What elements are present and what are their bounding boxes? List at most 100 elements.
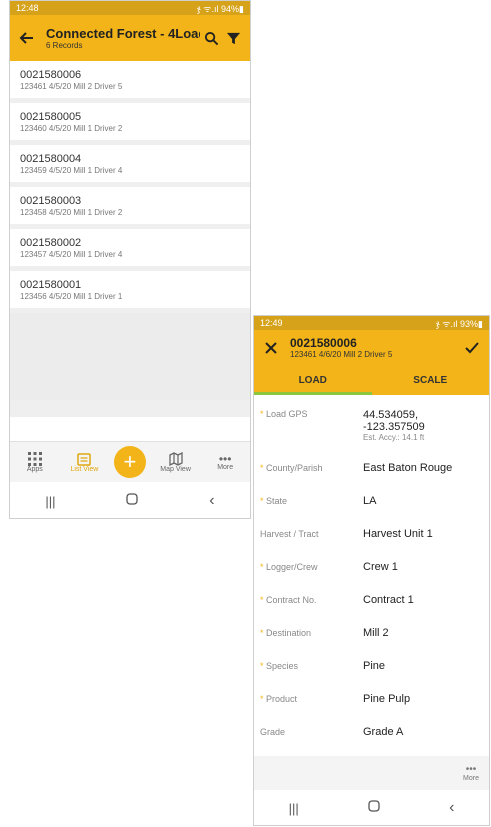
more-label: More [463, 774, 479, 782]
search-icon[interactable] [200, 27, 222, 49]
calendar-list-icon [77, 452, 92, 466]
record-id: 0021580006 [20, 69, 82, 81]
gps-accuracy: Est. Accy.: 14.1 ft [363, 433, 425, 442]
more-button[interactable]: ••• More [463, 763, 479, 782]
nav-apps[interactable]: Apps [15, 451, 55, 473]
field-label: * Destination [260, 627, 312, 638]
status-icons: ჯ ᯤ.ıl 93%▮ [435, 318, 483, 329]
status-time: 12:48 [16, 3, 39, 13]
record-id: 0021580004 [20, 153, 82, 165]
field-label: * Contract No. [260, 594, 317, 605]
back-icon[interactable]: ‹ [209, 492, 214, 510]
field-value: Pine [363, 659, 386, 672]
status-bar: 12:49 ჯ ᯤ.ıl 93%▮ [254, 316, 489, 330]
field-row[interactable]: * Destination Mill 2 [254, 616, 489, 649]
record-desc: 123456 4/5/20 Mill 1 Driver 1 [20, 292, 123, 301]
field-value: LA [363, 494, 377, 507]
record-title: 0021580006 [290, 336, 357, 350]
recent-apps-icon[interactable]: ||| [289, 801, 299, 816]
record-desc: 123461 4/5/20 Mill 2 Driver 5 [20, 82, 123, 91]
tab-scale[interactable]: SCALE [372, 365, 490, 395]
nav-apps-label: Apps [26, 465, 43, 473]
status-time: 12:49 [260, 318, 283, 328]
record-id: 0021580002 [20, 237, 82, 249]
list-item[interactable]: 0021580005 123460 4/5/20 Mill 1 Driver 2 [10, 103, 250, 140]
nav-list-view-label: List View [70, 465, 99, 473]
list-item[interactable]: 0021580003 123458 4/5/20 Mill 1 Driver 2 [10, 187, 250, 224]
bottom-nav: Apps List View + Map View ••• More [10, 441, 250, 482]
field-row[interactable]: * State LA [254, 484, 489, 517]
record-id: 0021580001 [20, 279, 82, 291]
record-desc: 123458 4/5/20 Mill 1 Driver 2 [20, 208, 123, 217]
back-icon[interactable]: ‹ [449, 799, 454, 817]
nav-more-label: More [217, 463, 234, 471]
field-row[interactable]: * Species Pine [254, 649, 489, 682]
record-desc: 123460 4/5/20 Mill 1 Driver 2 [20, 124, 123, 133]
status-bar: 12:48 ჯ ᯤ.ıl 94%▮ [10, 1, 250, 15]
page-title: Connected Forest - 4Load [46, 26, 200, 41]
map-icon [168, 451, 183, 466]
back-arrow-icon[interactable] [16, 27, 38, 49]
field-row[interactable]: Harvest / Tract Harvest Unit 1 [254, 517, 489, 550]
load-form: * Load GPS 44.534059, -123.357509 Est. A… [254, 395, 489, 748]
tab-load[interactable]: LOAD [254, 365, 372, 395]
field-label: * State [260, 495, 288, 506]
add-record-button[interactable]: + [113, 446, 146, 478]
field-row[interactable]: * Product Pine Pulp [254, 682, 489, 715]
system-nav-bar: ||| ‹ [10, 483, 250, 518]
field-value: Mill 2 [363, 626, 389, 639]
field-row[interactable]: * County/Parish East Baton Rouge [254, 451, 489, 484]
list-item[interactable]: 0021580002 123457 4/5/20 Mill 1 Driver 4 [10, 229, 250, 266]
app-bar: Connected Forest - 4Load 6 Records [10, 15, 250, 61]
record-subtitle: 123461 4/6/20 Mill 2 Driver 5 [290, 350, 393, 359]
more-dots-icon: ••• [465, 763, 477, 775]
field-label: * Load GPS [260, 409, 308, 419]
list-item[interactable]: 0021580006 123461 4/5/20 Mill 2 Driver 5 [10, 61, 250, 98]
field-label: * Product [260, 693, 298, 704]
app-bar: 0021580006 123461 4/6/20 Mill 2 Driver 5 [254, 330, 489, 365]
record-count: 6 Records [46, 41, 83, 50]
status-icons: ჯ ᯤ.ıl 94%▮ [196, 3, 244, 14]
system-nav-bar: ||| ‹ [254, 790, 489, 825]
checkmark-icon[interactable] [461, 337, 483, 359]
more-bar: ••• More [254, 756, 489, 790]
empty-area [10, 313, 250, 400]
nav-map-view[interactable]: Map View [156, 451, 196, 473]
list-item[interactable]: 0021580001 123456 4/5/20 Mill 1 Driver 1 [10, 271, 250, 308]
nav-list-view[interactable]: List View [64, 452, 104, 473]
field-label: Grade [260, 726, 286, 737]
field-row[interactable]: * Contract No. Contract 1 [254, 583, 489, 616]
record-desc: 123459 4/5/20 Mill 1 Driver 4 [20, 166, 123, 175]
field-value: 44.534059, -123.357509 Est. Accy.: 14.1 … [363, 409, 425, 442]
field-value: Grade A [363, 725, 404, 738]
field-label: * Species [260, 660, 299, 671]
field-row-load-gps[interactable]: * Load GPS 44.534059, -123.357509 Est. A… [254, 395, 489, 451]
more-dots-icon: ••• [218, 451, 232, 466]
record-list: 0021580006 123461 4/5/20 Mill 2 Driver 5… [10, 61, 250, 417]
field-row[interactable]: * Logger/Crew Crew 1 [254, 550, 489, 583]
home-icon[interactable] [126, 492, 139, 510]
plus-icon: + [123, 449, 137, 474]
field-value: Crew 1 [363, 560, 398, 573]
close-icon[interactable] [260, 337, 282, 359]
nav-more[interactable]: ••• More [205, 451, 245, 471]
field-value: Pine Pulp [363, 692, 411, 705]
field-value: Contract 1 [363, 593, 414, 606]
recent-apps-icon[interactable]: ||| [45, 494, 55, 509]
list-item[interactable]: 0021580004 123459 4/5/20 Mill 1 Driver 4 [10, 145, 250, 182]
field-label: Harvest / Tract [260, 528, 319, 539]
record-id: 0021580003 [20, 195, 82, 207]
list-screen: 12:48 ჯ ᯤ.ıl 94%▮ Connected Forest - 4Lo… [9, 0, 251, 519]
tab-bar: LOAD SCALE [254, 365, 489, 395]
field-value: Harvest Unit 1 [363, 527, 433, 540]
apps-grid-icon [27, 451, 42, 466]
field-row[interactable]: Grade Grade A [254, 715, 489, 748]
field-label: * Logger/Crew [260, 561, 318, 572]
nav-map-view-label: Map View [160, 465, 191, 473]
record-id: 0021580005 [20, 111, 82, 123]
detail-screen: 12:49 ჯ ᯤ.ıl 93%▮ 0021580006 123461 4/6/… [253, 315, 490, 826]
filter-icon[interactable] [222, 27, 244, 49]
record-desc: 123457 4/5/20 Mill 1 Driver 4 [20, 250, 123, 259]
home-icon[interactable] [368, 799, 380, 817]
field-label: * County/Parish [260, 462, 323, 473]
